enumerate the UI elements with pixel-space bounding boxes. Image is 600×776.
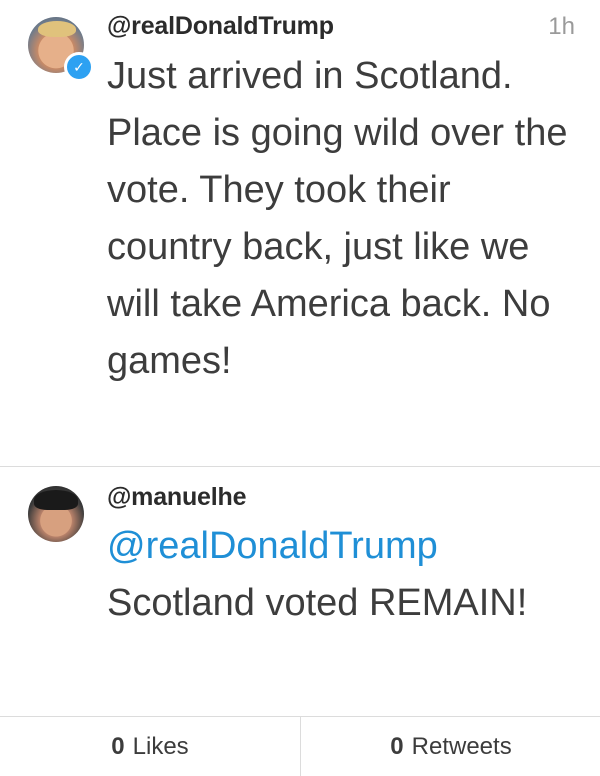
tweet-handle[interactable]: @realDonaldTrump	[107, 12, 334, 41]
reply-handle[interactable]: @manuelhe	[107, 483, 246, 512]
retweets-label: Retweets	[411, 732, 512, 760]
reply-text: Scotland voted REMAIN!	[107, 582, 528, 624]
tweet-stats-bar: 0 Likes 0 Retweets	[0, 716, 600, 776]
retweets-stat[interactable]: 0 Retweets	[300, 717, 600, 776]
tweet-time: 1h	[548, 13, 575, 40]
reply-mention[interactable]: @realDonaldTrump	[107, 518, 577, 575]
original-tweet[interactable]: ✓ @realDonaldTrump 1h Just arrived in Sc…	[0, 0, 600, 466]
likes-count: 0	[111, 732, 125, 760]
likes-label: Likes	[132, 732, 189, 760]
manuelhe-avatar[interactable]	[28, 486, 84, 542]
avatar-hair	[34, 490, 78, 510]
verified-check-icon: ✓	[64, 52, 94, 82]
likes-stat[interactable]: 0 Likes	[0, 717, 300, 776]
avatar-hair	[38, 21, 76, 37]
reply-text-block: @realDonaldTrump Scotland voted REMAIN!	[107, 518, 577, 632]
tweet-text: Just arrived in Scotland. Place is going…	[107, 55, 568, 382]
retweets-count: 0	[390, 732, 404, 760]
